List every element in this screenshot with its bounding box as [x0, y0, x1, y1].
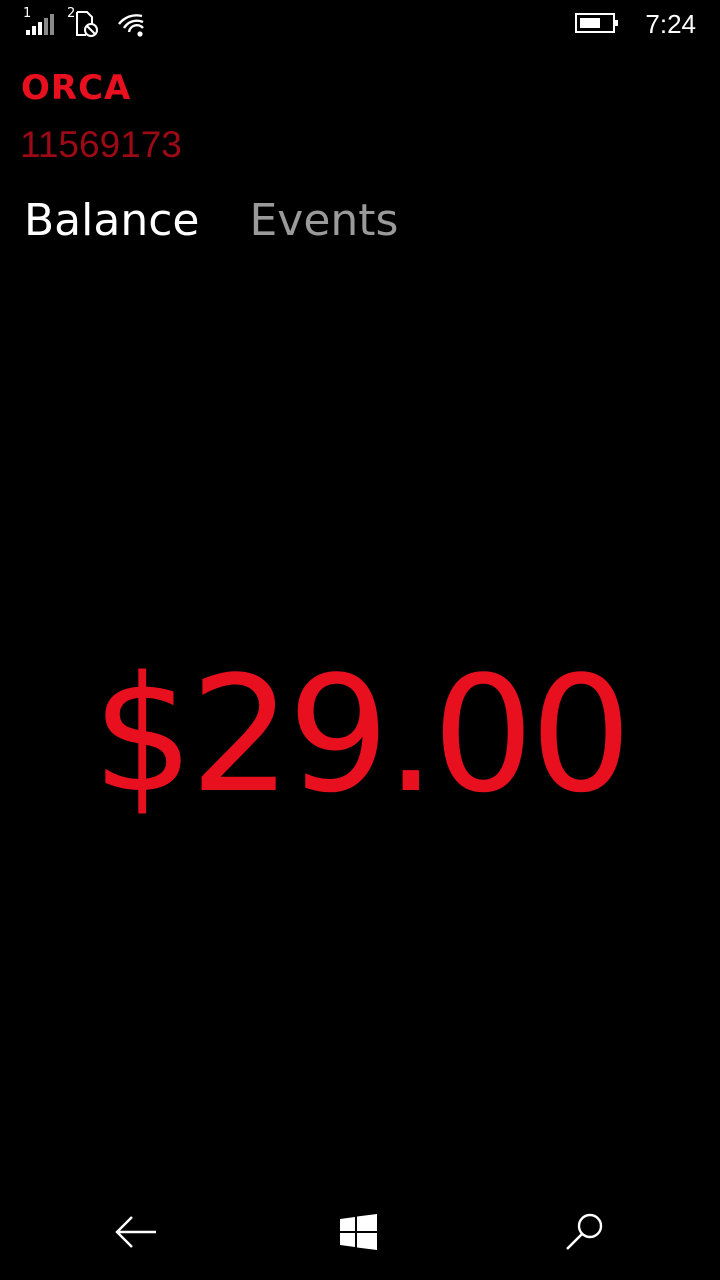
tab-events[interactable]: Events [249, 190, 398, 254]
back-icon[interactable] [108, 1204, 164, 1260]
pivot-tabs: Balance Events [24, 190, 398, 254]
search-icon[interactable] [556, 1204, 612, 1260]
sim2-indicator: 2 [66, 6, 102, 38]
card-number: 11569173 [20, 124, 182, 165]
battery-icon [575, 13, 618, 33]
no-sim-icon [76, 11, 98, 37]
tab-balance[interactable]: Balance [24, 190, 199, 254]
app-title: ORCA [21, 68, 132, 108]
status-clock: 7:24 [645, 9, 696, 39]
windows-start-icon[interactable] [330, 1204, 386, 1260]
wifi-icon [118, 14, 144, 37]
signal-strength-icon [26, 14, 54, 35]
app-screen: 1 2 7:24 ORCA 11569173 Balance Events $2… [0, 0, 720, 1280]
sim1-signal-indicator: 1 [22, 6, 58, 38]
status-bar: 1 2 7:24 [0, 0, 720, 48]
navigation-bar [0, 1184, 720, 1280]
balance-amount: $29.00 [92, 641, 632, 828]
